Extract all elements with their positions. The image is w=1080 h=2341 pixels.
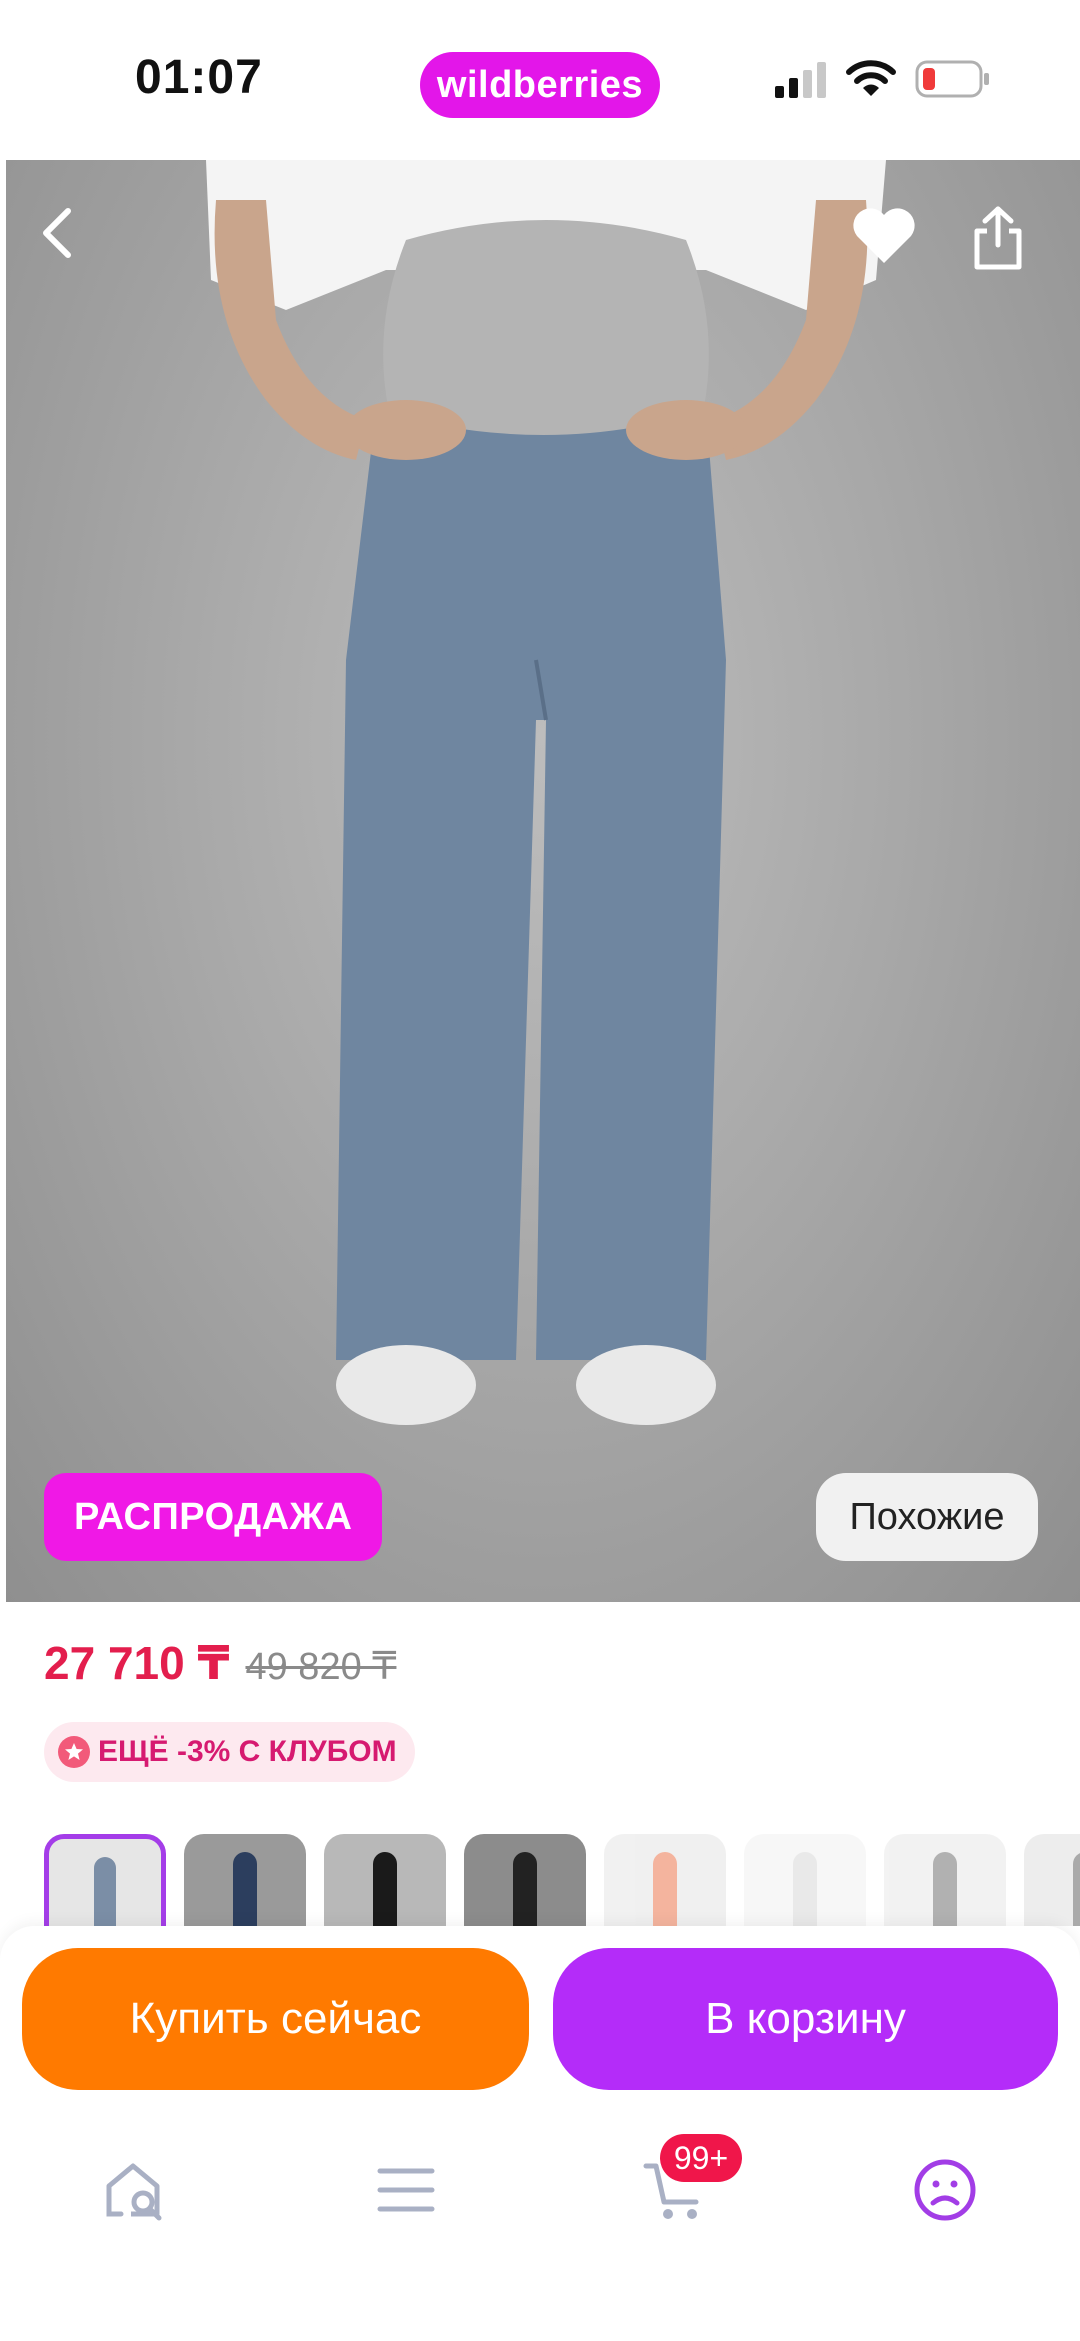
share-icon xyxy=(974,206,1022,270)
product-photo-illustration xyxy=(206,160,886,1425)
heart-icon xyxy=(853,208,915,263)
current-price: 27 710 ₸ xyxy=(44,1637,230,1689)
tab-profile[interactable] xyxy=(905,2150,985,2230)
thumbnail[interactable] xyxy=(324,1834,446,1926)
back-button[interactable] xyxy=(36,205,116,285)
add-to-cart-button[interactable]: В корзину xyxy=(553,1948,1058,2090)
star-icon xyxy=(58,1736,90,1768)
thumbnail[interactable] xyxy=(464,1834,586,1926)
wifi-icon xyxy=(846,60,896,96)
buy-now-label: Купить сейчас xyxy=(129,1994,422,2043)
club-discount-badge[interactable]: ЕЩЁ -3% С КЛУБОМ xyxy=(44,1722,415,1782)
add-to-cart-label: В корзину xyxy=(705,1994,906,2043)
thumbnail[interactable] xyxy=(1024,1834,1080,1926)
brand-text: wildberries xyxy=(436,63,644,106)
buy-now-button[interactable]: Купить сейчас xyxy=(22,1948,529,2090)
menu-icon xyxy=(377,2168,435,2212)
tab-home[interactable] xyxy=(96,2150,176,2230)
status-bar: 01:07 wildberries xyxy=(0,0,1080,160)
thumbnail[interactable] xyxy=(604,1834,726,1926)
bottom-tab-bar xyxy=(0,2120,1080,2250)
back-icon xyxy=(43,208,71,258)
thumbnail[interactable] xyxy=(44,1834,166,1926)
home-search-icon xyxy=(106,2163,162,2221)
sale-badge: РАСПРОДАЖА xyxy=(44,1473,383,1561)
cart-count-badge: 99+ xyxy=(660,2134,742,2182)
thumbnail[interactable] xyxy=(884,1834,1006,1926)
profile-icon xyxy=(914,2159,976,2221)
thumbnail-strip[interactable] xyxy=(44,1834,1080,1926)
tab-catalog[interactable] xyxy=(366,2150,446,2230)
similar-button[interactable]: Похожие xyxy=(816,1473,1038,1561)
status-time: 01:07 xyxy=(135,51,263,104)
old-price: 49 820 ₸ xyxy=(245,1646,397,1688)
product-image[interactable]: РАСПРОДАЖА Похожие xyxy=(6,160,1080,1602)
sale-label: РАСПРОДАЖА xyxy=(74,1495,353,1538)
club-discount-label: ЕЩЁ -3% С КЛУБОМ xyxy=(98,1735,397,1768)
share-button[interactable] xyxy=(971,205,1051,285)
cart-count: 99+ xyxy=(673,2139,729,2176)
battery-low-icon xyxy=(915,60,989,98)
price-row: 27 710 ₸ 49 820 ₸ xyxy=(44,1636,396,1690)
cellular-signal-icon xyxy=(775,62,826,98)
favorite-button[interactable] xyxy=(851,205,931,285)
thumbnail[interactable] xyxy=(744,1834,866,1926)
brand-logo: wildberries xyxy=(420,52,660,118)
thumbnail[interactable] xyxy=(184,1834,306,1926)
similar-label: Похожие xyxy=(849,1495,1005,1538)
